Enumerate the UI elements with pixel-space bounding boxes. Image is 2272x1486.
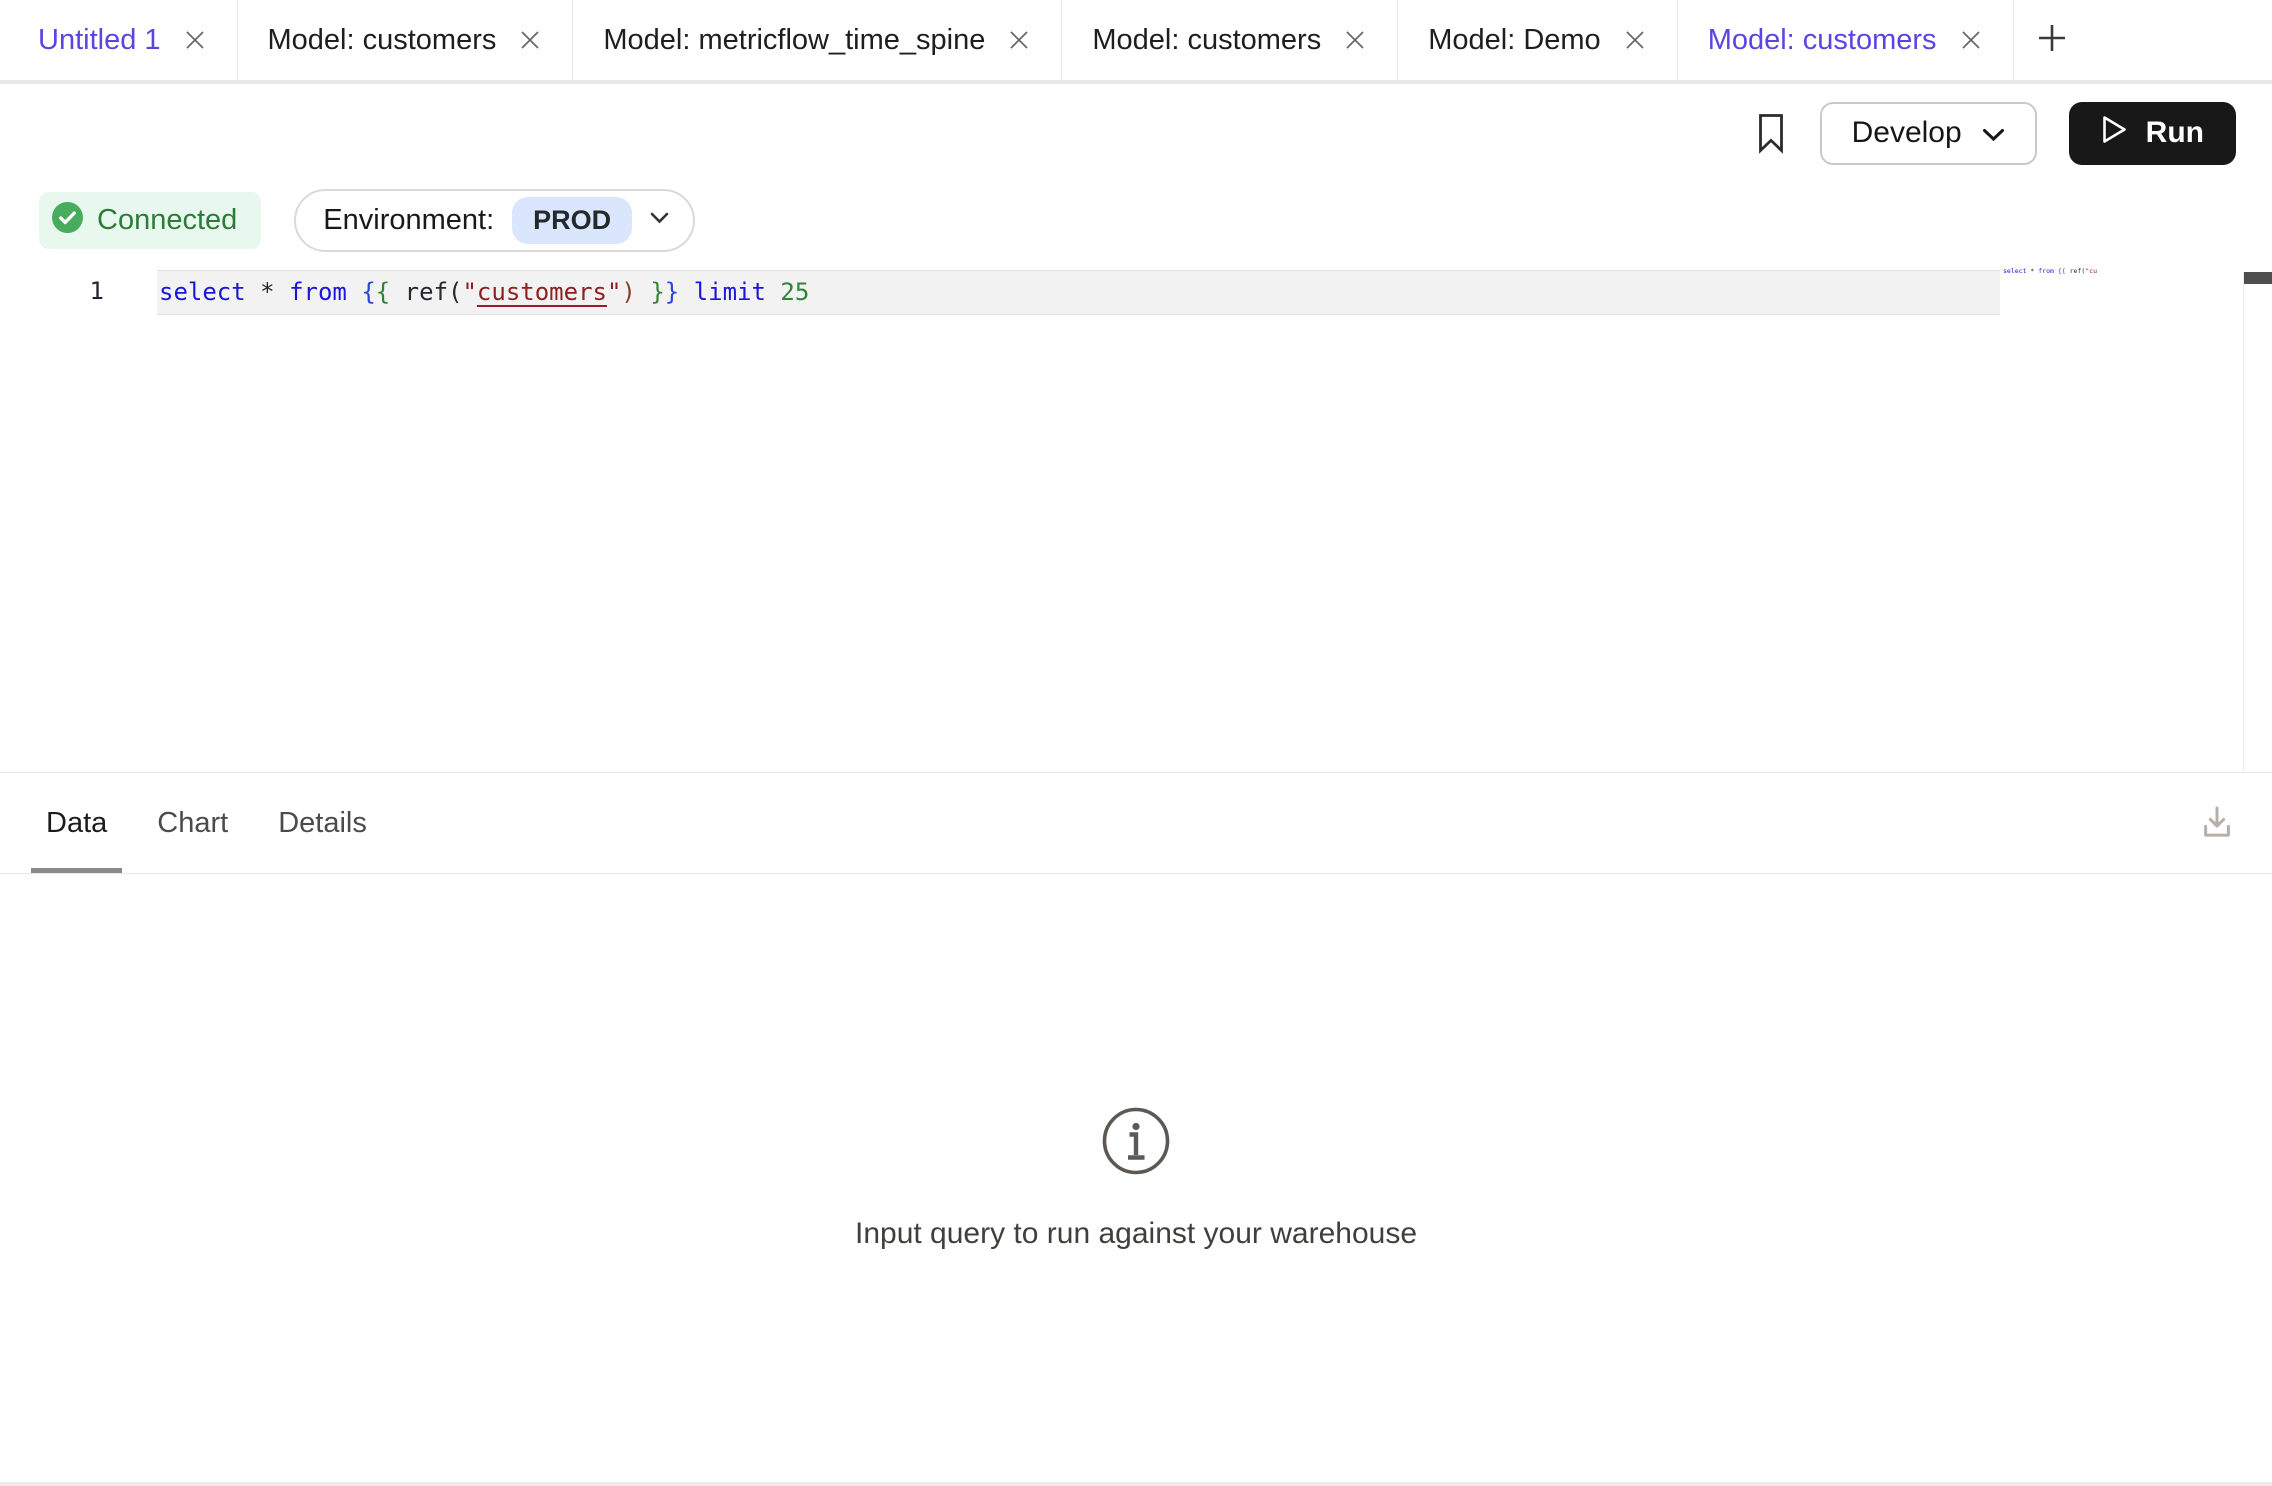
code-token: " xyxy=(462,278,476,306)
code-token: * xyxy=(260,278,274,306)
results-tab-data[interactable]: Data xyxy=(31,773,122,873)
code-token: { xyxy=(376,278,390,306)
tab-label: Model: Demo xyxy=(1428,24,1600,57)
editor-line-1[interactable]: 1 select * from {{ ref("customers") }} l… xyxy=(0,270,2272,315)
play-icon xyxy=(2101,114,2128,153)
code-token: " xyxy=(607,278,621,306)
close-icon[interactable] xyxy=(1959,28,1983,52)
tab[interactable]: Model: customers xyxy=(1062,0,1398,80)
tab-label: Model: customers xyxy=(1708,24,1937,57)
code-token: } xyxy=(650,278,664,306)
tab-label: Model: customers xyxy=(268,24,497,57)
close-icon[interactable] xyxy=(518,28,542,52)
tab-strip: Untitled 1 Model: customers Model: metricf… xyxy=(0,0,2272,84)
chevron-down-icon xyxy=(650,211,669,229)
editor-scrollbar[interactable] xyxy=(2243,272,2272,772)
editor-minimap[interactable]: select * from {{ ref("customers") }} lim… xyxy=(2003,267,2097,276)
environment-value-chip: PROD xyxy=(512,197,632,244)
code-token: { xyxy=(361,278,375,306)
close-icon[interactable] xyxy=(1623,28,1647,52)
bookmark-icon[interactable] xyxy=(1754,112,1788,154)
tab-label: Model: metricflow_time_spine xyxy=(603,24,985,57)
tab-label: Model: customers xyxy=(1092,24,1321,57)
tab[interactable]: Model: customers xyxy=(1678,0,2014,80)
status-row: Connected Environment: PROD xyxy=(0,182,2272,258)
close-icon[interactable] xyxy=(1007,28,1031,52)
code-token xyxy=(275,278,289,306)
results-tab-details[interactable]: Details xyxy=(263,773,382,873)
tab[interactable]: Model: Demo xyxy=(1398,0,1677,80)
code-token: from xyxy=(2038,267,2054,275)
run-button[interactable]: Run xyxy=(2069,102,2236,165)
results-tab-chart[interactable]: Chart xyxy=(142,773,243,873)
connection-status-badge: Connected xyxy=(39,192,261,249)
code-token: ) xyxy=(621,278,635,306)
tab-label: Untitled 1 xyxy=(38,24,161,57)
code-token: limit xyxy=(694,278,766,306)
develop-button-label: Develop xyxy=(1852,116,1962,150)
results-empty-state: Input query to run against your warehous… xyxy=(0,874,2272,1482)
tab[interactable]: Model: metricflow_time_spine xyxy=(573,0,1062,80)
code-token: select xyxy=(2003,267,2026,275)
plus-icon xyxy=(2034,20,2070,61)
run-button-label: Run xyxy=(2146,116,2204,150)
code-token: ref( xyxy=(2066,267,2086,275)
code-token xyxy=(636,278,650,306)
check-circle-icon xyxy=(52,202,83,238)
new-tab-button[interactable] xyxy=(2014,0,2090,80)
tab[interactable]: Untitled 1 xyxy=(0,0,238,80)
code-token: ref( xyxy=(390,278,462,306)
chevron-down-icon xyxy=(1982,116,2005,150)
code-line[interactable]: select * from {{ ref("customers") }} lim… xyxy=(157,270,2000,315)
close-icon[interactable] xyxy=(1343,28,1367,52)
code-token: from xyxy=(289,278,347,306)
code-token: customers xyxy=(2089,267,2097,275)
code-token xyxy=(347,278,361,306)
environment-selector[interactable]: Environment: PROD xyxy=(294,189,695,252)
code-token xyxy=(246,278,260,306)
code-token xyxy=(679,278,693,306)
code-token: 25 xyxy=(780,278,809,306)
code-token: customers xyxy=(477,278,607,306)
connection-status-label: Connected xyxy=(97,204,237,237)
code-token: } xyxy=(665,278,679,306)
close-icon[interactable] xyxy=(183,28,207,52)
results-tabs: DataChartDetails xyxy=(0,773,2272,874)
tab[interactable]: Model: customers xyxy=(238,0,574,80)
results-panel: DataChartDetails Input query to run agai… xyxy=(0,772,2272,1486)
code-token xyxy=(766,278,780,306)
download-icon[interactable] xyxy=(2196,801,2238,848)
bottom-divider xyxy=(0,1482,2272,1486)
line-number: 1 xyxy=(0,270,157,315)
empty-state-text: Input query to run against your warehous… xyxy=(855,1217,1417,1251)
develop-button[interactable]: Develop xyxy=(1820,102,2037,165)
info-icon xyxy=(1100,1105,1172,1177)
environment-label: Environment: xyxy=(323,204,494,237)
code-token: select xyxy=(159,278,246,306)
sql-editor[interactable]: 1 select * from {{ ref("customers") }} l… xyxy=(0,258,2272,772)
toolbar: Develop Run xyxy=(0,84,2272,182)
scrollbar-thumb[interactable] xyxy=(2244,272,2272,284)
